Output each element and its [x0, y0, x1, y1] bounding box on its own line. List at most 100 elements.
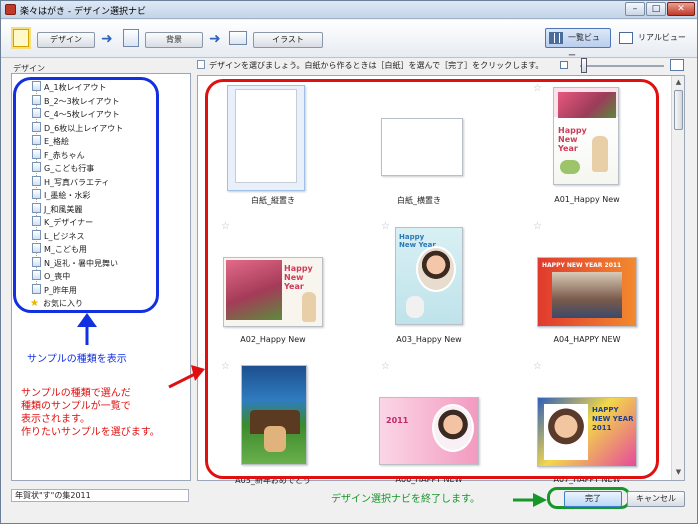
character-illustration: [264, 426, 286, 452]
design-card-a01[interactable]: ☆ Happy New Year A01_Happy New: [527, 81, 647, 209]
tree-item-m[interactable]: M_こども用: [32, 243, 87, 256]
tree-item-f[interactable]: F_赤ちゃん: [32, 148, 85, 162]
close-button[interactable]: ✕: [667, 2, 695, 16]
step-illustration-button[interactable]: イラスト: [253, 32, 323, 48]
tree-item-n[interactable]: N_返礼・暑中見舞い: [32, 256, 118, 270]
rabbit-illustration: [302, 292, 316, 322]
tree-item-k[interactable]: K_デザイナー: [32, 216, 93, 229]
tree-item-b[interactable]: B_2～3枚レイアウト: [32, 94, 120, 108]
tree-item-c[interactable]: C_4～5枚レイアウト: [32, 108, 120, 121]
status-field: 年賀状"す"の集2011: [11, 489, 189, 502]
tree-item-l[interactable]: L_ビジネス: [32, 229, 85, 243]
green-arrow-icon: [513, 493, 547, 507]
folder-icon: [32, 216, 41, 226]
card-caption: 白紙_縦置き: [251, 196, 295, 205]
card-thumbnail: 2011: [379, 397, 479, 465]
favorite-star-icon[interactable]: ☆: [533, 221, 542, 232]
tree-item-e[interactable]: E_格絵: [32, 135, 69, 148]
photo-frame: [416, 246, 456, 292]
window-title: 楽々はがき - デザイン選択ナビ: [20, 7, 146, 17]
zoom-thumb[interactable]: [581, 58, 587, 73]
design-step-icon[interactable]: [13, 29, 29, 47]
folder-icon: [32, 283, 41, 294]
design-card-blank-portrait[interactable]: 白紙_縦置き: [213, 81, 333, 209]
tree-item-a[interactable]: A_1枚レイアウト: [32, 81, 107, 94]
card-thumbnail: [227, 85, 305, 191]
zoom-in-icon[interactable]: [670, 59, 684, 71]
design-card-a03[interactable]: ☆ Happy New Year A03_Happy New: [369, 221, 489, 349]
real-view-label: リアルビュー: [638, 33, 686, 42]
red-annotation-line: 表示されます。: [21, 414, 90, 425]
blue-annotation: サンプルの種類を表示: [27, 354, 127, 365]
tree-item-h[interactable]: H_写真バラエティ: [32, 175, 110, 189]
list-view-button[interactable]: 一覧ビュー: [545, 28, 611, 60]
folder-icon: [32, 189, 41, 199]
folder-icon: [32, 175, 41, 186]
maximize-button[interactable]: □: [646, 2, 666, 16]
minimize-button[interactable]: –: [625, 2, 645, 16]
real-view-button[interactable]: リアルビュー: [615, 28, 693, 48]
tree-item-d[interactable]: D_6枚以上レイアウト: [32, 121, 123, 135]
zoom-out-icon[interactable]: [560, 61, 568, 69]
folder-icon: [32, 162, 41, 172]
folder-icon: [32, 270, 41, 280]
cancel-button[interactable]: キャンセル: [627, 491, 685, 507]
step-background-button[interactable]: 背景: [145, 32, 203, 48]
card-thumbnail: [381, 118, 463, 176]
design-card-a02[interactable]: ☆ Happy New Year A02_Happy New: [213, 221, 333, 349]
tree-item-label: J_和風美麗: [44, 204, 83, 214]
greeting-text: HAPPY NEW YEAR 2011: [542, 262, 622, 269]
tree-item-label: B_2～3枚レイアウト: [44, 96, 120, 106]
favorite-star-icon[interactable]: ☆: [381, 221, 390, 232]
tree-item-o[interactable]: O_喪中: [32, 270, 70, 283]
zoom-slider[interactable]: [560, 57, 690, 75]
instruction-text: デザインを選びましょう。白紙から作るときは［白紙］を選んで［完了］をクリックしま…: [209, 61, 544, 70]
rabbit-illustration: [592, 136, 608, 172]
folder-icon: [32, 81, 41, 91]
folder-icon: [32, 202, 41, 213]
tree-item-g[interactable]: G_こども行事: [32, 162, 94, 175]
card-caption: A02_Happy New: [240, 335, 306, 344]
favorite-star-icon[interactable]: ☆: [381, 361, 390, 372]
tree-item-i[interactable]: I_墨絵・水彩: [32, 189, 90, 202]
design-card-a04[interactable]: ☆ HAPPY NEW YEAR 2011 A04_HAPPY NEW: [527, 221, 647, 349]
card-caption: A01_Happy New: [554, 195, 620, 204]
photo-area: [552, 272, 622, 318]
scroll-up-icon[interactable]: ▲: [673, 77, 684, 88]
card-caption: A04_HAPPY NEW: [553, 335, 621, 344]
step-design-button[interactable]: デザイン: [37, 32, 95, 48]
app-icon: [5, 4, 16, 15]
favorite-star-icon[interactable]: ☆: [221, 221, 230, 232]
scroll-thumb[interactable]: [674, 90, 683, 130]
grid-scrollbar[interactable]: ▲ ▼: [671, 76, 684, 480]
design-card-a06[interactable]: ☆ 2011 A06_HAPPY NEW: [369, 361, 489, 489]
favorite-star-icon[interactable]: ☆: [221, 361, 230, 372]
design-card-a05[interactable]: ☆ A05_新年おめでとう: [213, 361, 333, 489]
scroll-down-icon[interactable]: ▼: [673, 467, 684, 478]
card-caption: A06_HAPPY NEW: [395, 475, 463, 484]
card-thumbnail: Happy New Year: [395, 227, 463, 325]
tree-item-label: E_格絵: [44, 137, 70, 146]
real-view-icon: [619, 32, 633, 44]
background-step-icon[interactable]: [123, 29, 139, 47]
card-caption: A07_HAPPY NEW: [553, 475, 621, 484]
green-annotation: デザイン選択ナビを終了します。: [331, 494, 480, 505]
illustration-step-icon[interactable]: [229, 31, 247, 45]
tree-item-label: お気に入り: [43, 299, 83, 308]
zoom-track[interactable]: [580, 65, 664, 67]
design-card-blank-landscape[interactable]: 白紙_横置き: [359, 81, 479, 209]
tree-item-j[interactable]: J_和風美麗: [32, 202, 83, 216]
tree-item-label: A_1枚レイアウト: [44, 83, 107, 92]
done-button[interactable]: 完了: [564, 491, 622, 507]
greeting-text: HAPPY NEW YEAR 2011: [592, 406, 634, 432]
folder-icon: [32, 94, 41, 105]
tree-item-p[interactable]: P_昨年用: [32, 283, 77, 297]
greeting-text: Happy New Year: [284, 264, 313, 291]
favorite-star-icon[interactable]: ☆: [533, 83, 542, 94]
tree-item-label: L_ビジネス: [44, 231, 85, 241]
tree-item-favorites[interactable]: ★ お気に入り: [30, 297, 83, 310]
instruction-bar: デザインを選びましょう。白紙から作るときは［白紙］を選んで［完了］をクリックしま…: [197, 59, 543, 73]
favorite-star-icon[interactable]: ☆: [533, 361, 542, 372]
tree-item-label: C_4～5枚レイアウト: [44, 110, 120, 119]
design-card-a07[interactable]: ☆ HAPPY NEW YEAR 2011 A07_HAPPY NEW: [527, 361, 647, 489]
